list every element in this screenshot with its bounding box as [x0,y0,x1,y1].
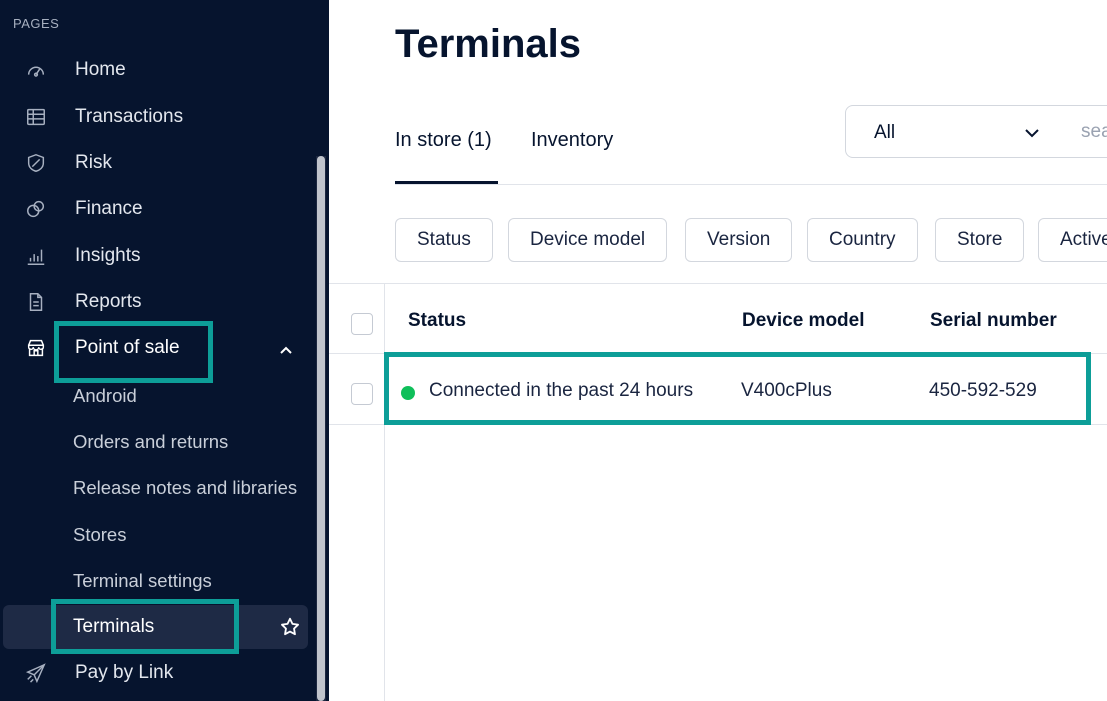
select-value: All [874,122,896,143]
sidebar-item-label: Finance [75,198,143,219]
document-icon [24,290,48,314]
highlight-box-point-of-sale [54,321,213,383]
column-header-device-model[interactable]: Device model [742,310,865,332]
paper-plane-icon [24,661,48,685]
sidebar-item-label: Pay by Link [75,662,174,683]
sidebar-subitem-terminal-settings[interactable]: Terminal settings [73,570,212,592]
sidebar-subitem-orders-and-returns[interactable]: Orders and returns [73,431,228,453]
page-title: Terminals [395,22,581,66]
store-icon [24,336,48,360]
filter-device-model-button[interactable]: Device model [508,218,668,262]
star-icon[interactable] [279,616,301,638]
highlight-box-terminal-row [384,352,1091,425]
filter-store-button[interactable]: Store [935,218,1025,262]
gauge-icon [24,58,48,82]
shield-icon [24,151,48,175]
sidebar-item-home[interactable]: Home [0,48,316,92]
sidebar-item-risk[interactable]: Risk [0,141,316,185]
filter-country-button[interactable]: Country [807,218,918,262]
coins-icon [24,197,48,221]
sidebar-subitem-android[interactable]: Android [73,385,137,407]
sidebar-subitem-stores[interactable]: Stores [73,524,126,546]
bar-chart-icon [24,244,48,268]
filter-status-button[interactable]: Status [395,218,493,262]
sidebar-item-finance[interactable]: Finance [0,187,316,231]
table-icon [24,105,48,129]
main-content: Terminals In store (1) Inventory All Sta… [329,0,1107,701]
sidebar-item-label: Home [75,59,126,80]
filter-version-button[interactable]: Version [685,218,793,262]
sidebar-section-label: PAGES [13,16,60,31]
sidebar-subitem-release-notes[interactable]: Release notes and libraries [73,477,297,499]
chevron-down-icon [1025,129,1039,138]
sidebar-scrollbar[interactable] [317,156,325,701]
sidebar-item-transactions[interactable]: Transactions [0,95,316,139]
sidebar-item-label: Risk [75,152,112,173]
sidebar-item-label: Insights [75,245,141,266]
highlight-box-terminals [51,599,239,654]
table-top-border [329,283,1107,284]
column-header-serial-number[interactable]: Serial number [930,310,1057,332]
row-checkbox[interactable] [351,383,373,405]
sidebar-item-insights[interactable]: Insights [0,234,316,278]
tab-in-store[interactable]: In store (1) [395,129,492,152]
sidebar-item-label: Reports [75,291,142,312]
column-header-status[interactable]: Status [408,310,466,332]
filter-active-button[interactable]: Active [1038,218,1107,262]
table-checkbox-column-border [384,283,385,701]
sidebar-item-pay-by-link[interactable]: Pay by Link [0,651,316,695]
sidebar-item-reports[interactable]: Reports [0,280,316,324]
tabs-divider [395,184,1107,185]
store-filter-select[interactable]: All [845,105,1061,158]
chevron-up-icon[interactable] [276,340,296,360]
search-input[interactable] [1060,105,1107,158]
sidebar-item-label: Transactions [75,106,184,127]
select-all-checkbox[interactable] [351,313,373,335]
tab-inventory[interactable]: Inventory [531,129,613,152]
